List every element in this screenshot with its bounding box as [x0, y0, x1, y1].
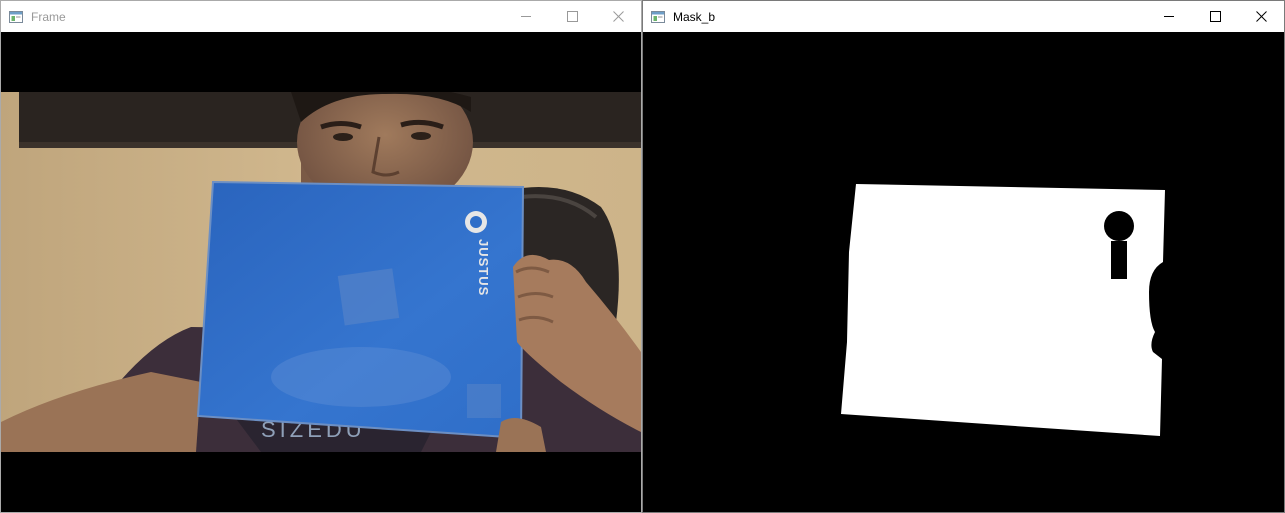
- close-button[interactable]: [1238, 1, 1284, 32]
- close-icon: [612, 11, 624, 22]
- mask-titlebar[interactable]: Mask_b: [643, 1, 1284, 32]
- minimize-button[interactable]: [503, 1, 549, 32]
- window-title: Mask_b: [673, 9, 716, 24]
- minimize-icon: [1163, 16, 1174, 17]
- maximize-icon: [1209, 11, 1221, 22]
- mask-window[interactable]: Mask_b: [642, 0, 1285, 513]
- frame-canvas: SIZEDU JUSTUS: [1, 32, 641, 512]
- notebook: JUSTUS: [196, 180, 525, 440]
- maximize-icon: [566, 11, 578, 22]
- window-icon: [8, 10, 24, 24]
- maximize-button[interactable]: [549, 1, 595, 32]
- binary-mask-image: [643, 32, 1284, 512]
- maximize-button[interactable]: [1192, 1, 1238, 32]
- window-title: Frame: [31, 9, 66, 24]
- close-icon: [1255, 11, 1267, 22]
- webcam-frame-image: SIZEDU JUSTUS: [1, 92, 641, 452]
- mask-canvas: [643, 32, 1284, 512]
- notebook-brand-label: JUSTUS: [476, 239, 491, 296]
- close-button[interactable]: [595, 1, 641, 32]
- minimize-icon: [520, 16, 531, 17]
- minimize-button[interactable]: [1146, 1, 1192, 32]
- window-icon: [650, 10, 666, 24]
- frame-titlebar[interactable]: Frame: [1, 1, 641, 32]
- frame-window[interactable]: Frame SIZEDU JUSTUS: [0, 0, 642, 513]
